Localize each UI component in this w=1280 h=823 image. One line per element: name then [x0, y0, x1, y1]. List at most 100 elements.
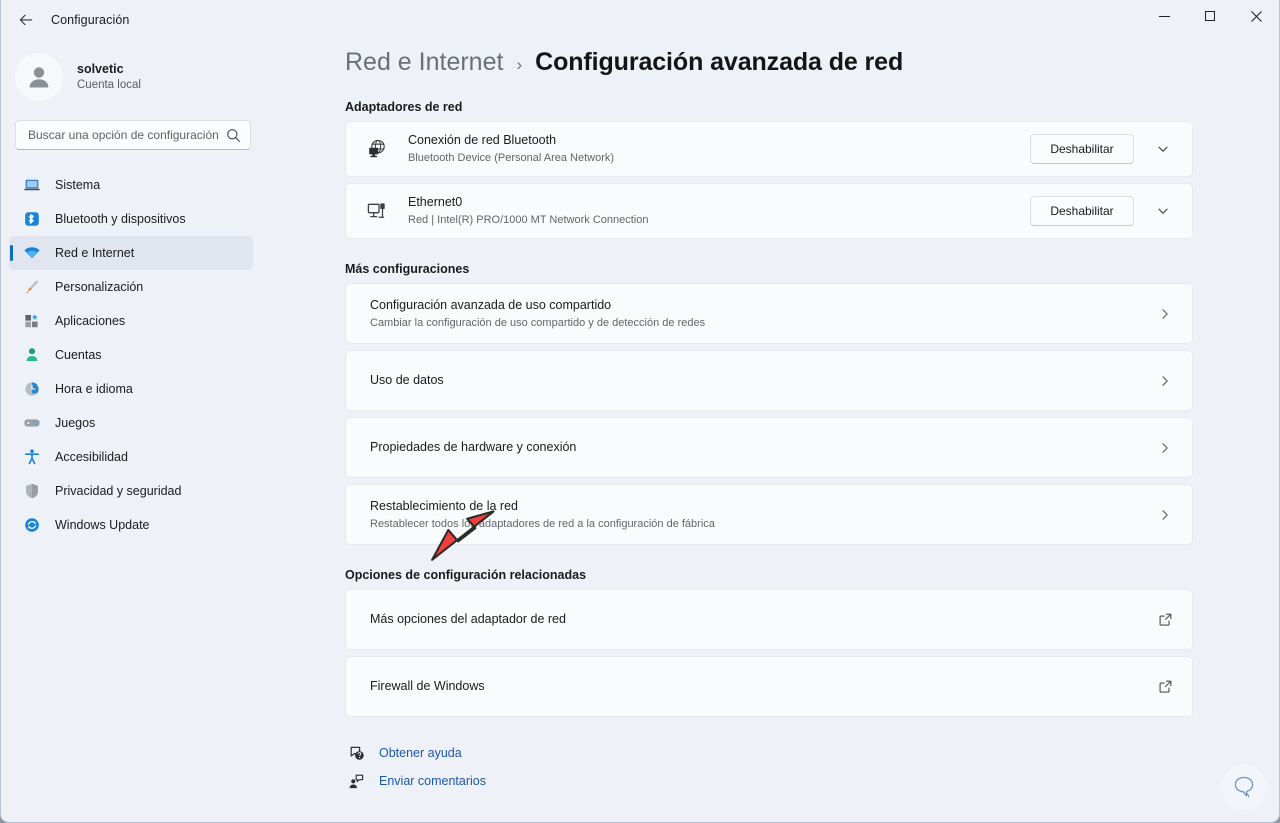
profile-name: solvetic	[77, 61, 124, 76]
sidebar-item-sistema[interactable]: Sistema	[9, 168, 253, 202]
laptop-icon	[22, 175, 42, 195]
help-question-icon	[345, 745, 367, 762]
minimize-button[interactable]	[1141, 0, 1187, 32]
footer-links: Obtener ayuda Enviar comentarios	[345, 739, 1279, 795]
page-title: Configuración avanzada de red	[535, 48, 904, 76]
sidebar-item-privacidad-y-seguridad[interactable]: Privacidad y seguridad	[9, 474, 253, 508]
arrow-left-icon	[19, 14, 33, 26]
chevron-right-icon	[1152, 508, 1178, 522]
search-input[interactable]	[26, 127, 226, 143]
sidebar-item-juegos[interactable]: Juegos	[9, 406, 253, 440]
sidebar-item-label: Aplicaciones	[55, 314, 126, 328]
disable-button[interactable]: Deshabilitar	[1030, 134, 1134, 164]
main-content: Red e Internet › Configuración avanzada …	[269, 40, 1279, 822]
search-icon	[227, 129, 240, 142]
sidebar-item-personalizacion[interactable]: Personalización	[9, 270, 253, 304]
setting-text: Configuración avanzada de uso compartido…	[352, 287, 1152, 341]
setting-text: Uso de datos	[352, 362, 1152, 398]
adapter-row-ethernet0[interactable]: Ethernet0 Red | Intel(R) PRO/1000 MT Net…	[345, 183, 1193, 239]
sidebar-item-cuentas[interactable]: Cuentas	[9, 338, 253, 372]
sidebar-item-hora-e-idioma[interactable]: Hora e idioma	[9, 372, 253, 406]
sidebar-item-label: Cuentas	[55, 348, 102, 362]
profile-subtitle: Cuenta local	[77, 78, 141, 91]
apps-icon	[22, 311, 42, 331]
chevron-right-icon	[1152, 307, 1178, 321]
selection-indicator	[10, 245, 13, 261]
close-icon	[1250, 10, 1262, 22]
chevron-down-icon	[1158, 146, 1168, 152]
sidebar-item-label: Privacidad y seguridad	[55, 484, 182, 498]
breadcrumb-parent-link[interactable]: Red e Internet	[345, 48, 503, 77]
sidebar-item-label: Juegos	[55, 416, 96, 430]
setting-title: Propiedades de hardware y conexión	[370, 440, 577, 455]
section-label-related-options: Opciones de configuración relacionadas	[345, 568, 587, 582]
setting-row-network-reset[interactable]: Restablecimiento de la red Restablecer t…	[345, 484, 1193, 545]
profile-text: solvetic Cuenta local	[77, 61, 141, 93]
setting-row-hardware-properties[interactable]: Propiedades de hardware y conexión	[345, 417, 1193, 478]
maximize-button[interactable]	[1187, 0, 1233, 32]
sidebar-item-red-e-internet[interactable]: Red e Internet	[9, 236, 253, 270]
back-button[interactable]	[9, 5, 43, 35]
shield-icon	[22, 481, 42, 501]
app-title: Configuración	[51, 13, 130, 27]
profile-card[interactable]: solvetic Cuenta local	[1, 40, 269, 106]
feedback-person-icon	[345, 773, 367, 790]
breadcrumb-separator-icon: ›	[516, 55, 523, 74]
get-help-label: Obtener ayuda	[379, 746, 462, 760]
setting-title: Uso de datos	[370, 373, 444, 388]
search-box[interactable]	[15, 120, 251, 150]
adapter-subtitle: Bluetooth Device (Personal Area Network)	[408, 152, 615, 165]
send-feedback-label: Enviar comentarios	[379, 774, 486, 788]
related-text: Más opciones del adaptador de red	[352, 601, 1152, 637]
sidebar-item-label: Red e Internet	[55, 246, 135, 260]
related-row-windows-firewall[interactable]: Firewall de Windows	[345, 656, 1193, 717]
setting-row-data-usage[interactable]: Uso de datos	[345, 350, 1193, 411]
section-label-adapters: Adaptadores de red	[345, 100, 463, 114]
related-text: Firewall de Windows	[352, 668, 1152, 704]
get-help-link[interactable]: Obtener ayuda	[345, 739, 1279, 767]
setting-row-advanced-sharing[interactable]: Configuración avanzada de uso compartido…	[345, 283, 1193, 344]
paintbrush-icon	[22, 277, 42, 297]
related-row-more-adapter-options[interactable]: Más opciones del adaptador de red	[345, 589, 1193, 650]
related-title: Más opciones del adaptador de red	[370, 612, 566, 627]
breadcrumb: Red e Internet › Configuración avanzada …	[345, 48, 1279, 77]
sidebar-item-aplicaciones[interactable]: Aplicaciones	[9, 304, 253, 338]
close-button[interactable]	[1233, 0, 1279, 32]
expand-adapter-button[interactable]	[1148, 134, 1178, 164]
chevron-down-icon	[1158, 208, 1168, 214]
sidebar-item-accesibilidad[interactable]: Accesibilidad	[9, 440, 253, 474]
adapter-text: Ethernet0 Red | Intel(R) PRO/1000 MT Net…	[390, 184, 1030, 238]
sidebar-item-label: Hora e idioma	[55, 382, 133, 396]
setting-text: Restablecimiento de la red Restablecer t…	[352, 488, 1152, 542]
adapter-list: Conexión de red Bluetooth Bluetooth Devi…	[345, 121, 1193, 239]
chevron-right-icon	[1152, 374, 1178, 388]
chevron-right-icon	[1152, 441, 1178, 455]
expand-adapter-button[interactable]	[1148, 196, 1178, 226]
accessibility-icon	[22, 447, 42, 467]
setting-text: Propiedades de hardware y conexión	[352, 429, 1152, 465]
sidebar: solvetic Cuenta local Buscar una opción …	[1, 40, 269, 822]
send-feedback-link[interactable]: Enviar comentarios	[345, 767, 1279, 795]
sidebar-item-bluetooth-y-dispositivos[interactable]: Bluetooth y dispositivos	[9, 202, 253, 236]
external-link-icon	[1152, 612, 1178, 627]
external-link-icon	[1152, 679, 1178, 694]
title-bar: Configuración	[1, 0, 1279, 40]
related-options-list: Más opciones del adaptador de red Firewa…	[345, 589, 1193, 717]
disable-button[interactable]: Deshabilitar	[1030, 196, 1134, 226]
adapter-title: Conexión de red Bluetooth	[408, 133, 557, 148]
sidebar-item-windows-update[interactable]: Windows Update	[9, 508, 253, 542]
window-controls	[1141, 0, 1279, 32]
adapter-row-bluetooth[interactable]: Conexión de red Bluetooth Bluetooth Devi…	[345, 121, 1193, 177]
gamepad-icon	[22, 413, 42, 433]
sidebar-item-label: Windows Update	[55, 518, 150, 532]
related-title: Firewall de Windows	[370, 679, 485, 694]
setting-title: Restablecimiento de la red	[370, 498, 518, 513]
person-icon	[22, 345, 42, 365]
clock-icon	[22, 379, 42, 399]
sidebar-item-label: Accesibilidad	[55, 450, 128, 464]
feedback-bubble-button[interactable]	[1221, 764, 1267, 810]
person-avatar-icon	[29, 67, 49, 88]
settings-window: Configuración solvetic Cuenta local Busc…	[0, 0, 1280, 823]
setting-subtitle: Cambiar la configuración de uso comparti…	[370, 316, 706, 329]
sidebar-item-label: Sistema	[55, 178, 101, 192]
